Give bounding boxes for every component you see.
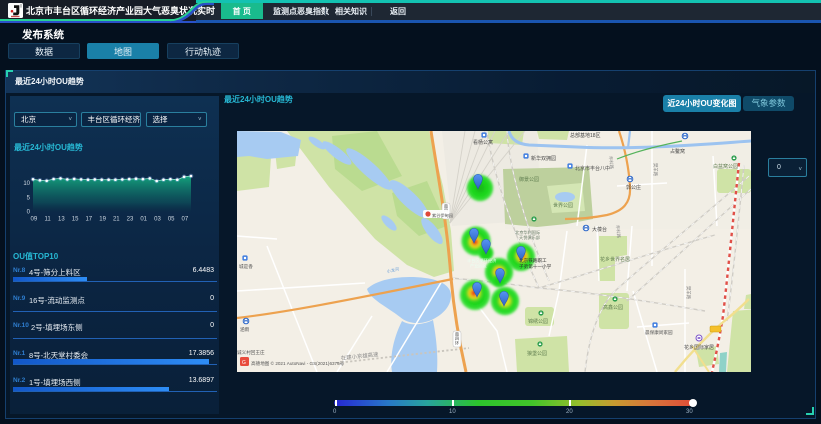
svg-text:05: 05 [168,217,175,223]
svg-text:21: 21 [113,217,120,223]
svg-text:花乡世界名居: 花乡世界名居 [600,256,630,263]
svg-text:17: 17 [85,217,92,223]
svg-text:狼垡公园: 狼垡公园 [527,350,547,357]
svg-text:子弟第十一小学: 子弟第十一小学 [519,263,552,270]
svg-text:晨保康闵家园: 晨保康闵家园 [645,329,673,336]
svg-text:10: 10 [23,181,30,187]
svg-text:G: G [242,360,246,366]
svg-text:御景公园: 御景公园 [519,176,539,183]
svg-text:高德地图 © 2021 AutoNavi - GS(2021: 高德地图 © 2021 AutoNavi - GS(2021)6375号 [251,360,345,367]
svg-text:诚义村回王庄: 诚义村回王庄 [237,349,265,356]
svg-text:产业园区: 产业园区 [470,262,487,269]
svg-text:环: 环 [455,341,459,346]
svg-text:5: 5 [27,195,31,201]
svg-text:樊羊路: 樊羊路 [652,163,659,177]
svg-text:锦绣公园: 锦绣公园 [528,318,548,325]
svg-text:花乡国际家居: 花乡国际家居 [684,344,714,351]
svg-text:世界公园: 世界公园 [553,202,573,209]
svg-text:北京市丰台八中: 北京市丰台八中 [575,165,610,172]
svg-text:郭公庄: 郭公庄 [626,184,641,191]
svg-text:白盆窝公园: 白盆窝公园 [713,163,738,170]
svg-text:天悦俱乐部: 天悦俱乐部 [519,234,540,241]
svg-text:15: 15 [72,217,79,223]
svg-text:11: 11 [44,217,51,223]
svg-text:看杨公寓: 看杨公寓 [473,139,493,146]
svg-text:城是香: 城是香 [239,263,253,270]
svg-text:紫谷伊甸园: 紫谷伊甸园 [432,212,453,219]
svg-text:樊羊路: 樊羊路 [685,286,692,300]
svg-text:19: 19 [99,217,106,223]
svg-text:09: 09 [31,217,38,223]
svg-text:0: 0 [27,210,31,216]
svg-text:23: 23 [127,217,134,223]
svg-text:占鳌窝: 占鳌窝 [670,148,685,155]
svg-text:大葆台: 大葆台 [592,226,607,233]
svg-text:高鑫公园: 高鑫公园 [603,304,623,311]
svg-text:13: 13 [58,217,65,223]
svg-text:新华双拥园: 新华双拥园 [531,155,556,162]
svg-text:07: 07 [182,217,189,223]
svg-text:北京铁路职工: 北京铁路职工 [519,257,547,264]
svg-text:总部基地18区: 总部基地18区 [570,132,601,139]
svg-text:01: 01 [140,217,147,223]
svg-text:涵雨: 涵雨 [240,326,250,333]
svg-text:03: 03 [154,217,161,223]
